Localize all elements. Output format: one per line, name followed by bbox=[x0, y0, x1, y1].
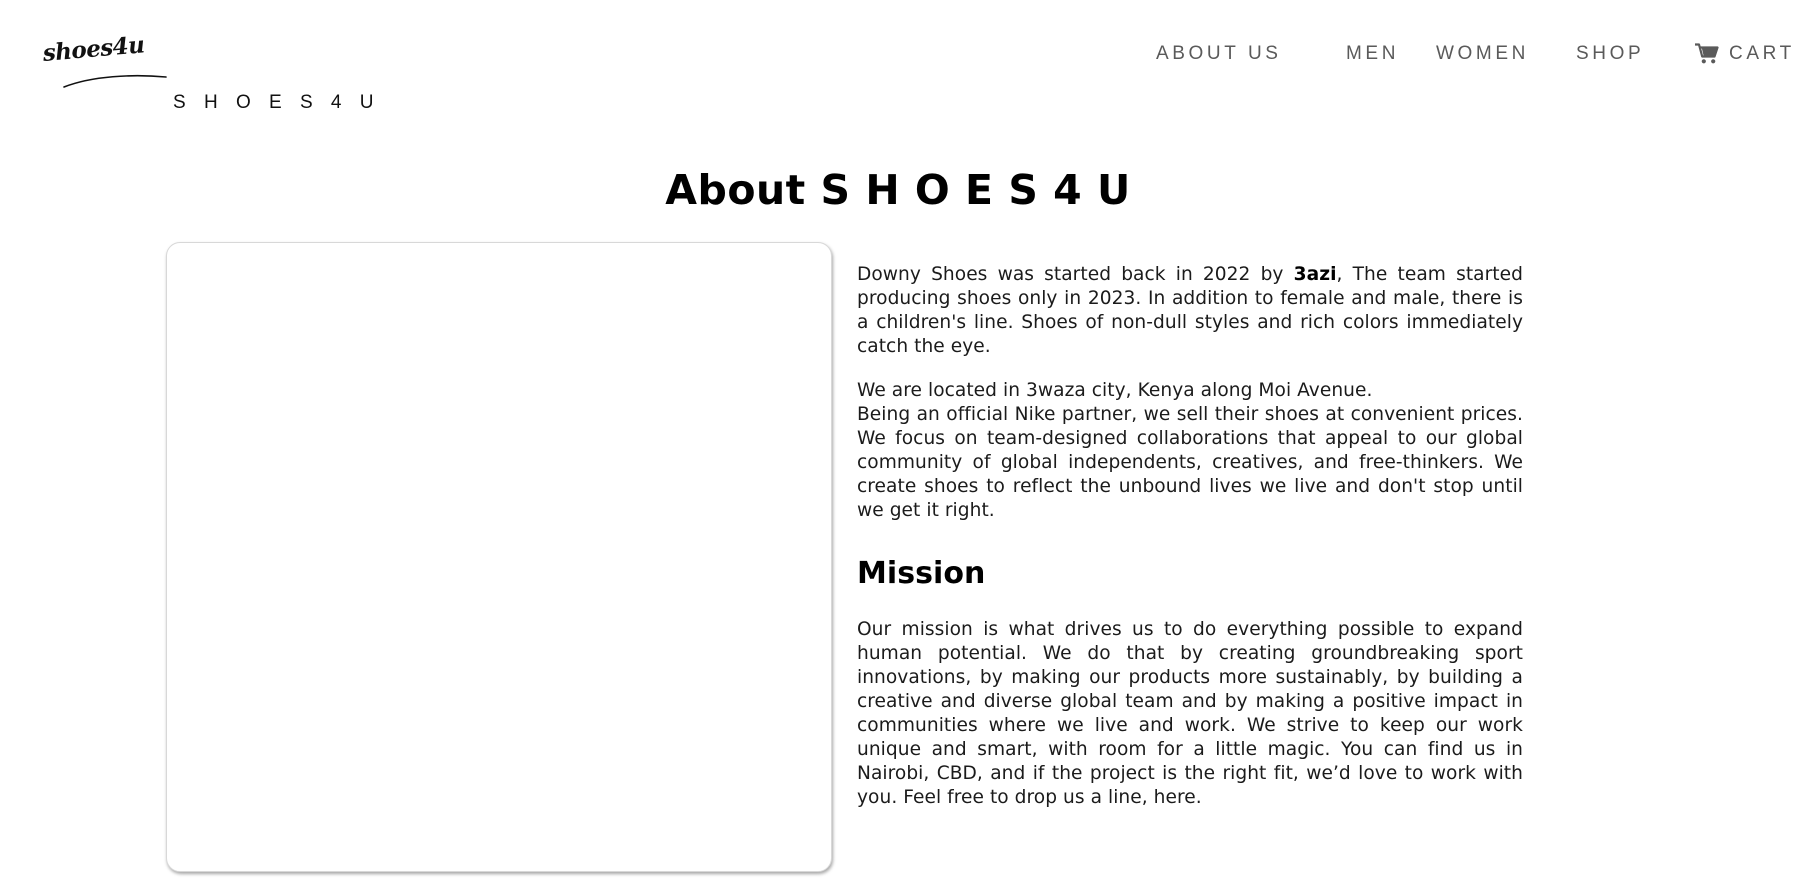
nav-cart[interactable]: CART bbox=[1695, 43, 1795, 65]
about-image-card bbox=[166, 242, 832, 872]
location-text: We are located in 3waza city, Kenya alon… bbox=[857, 380, 1373, 401]
mission-paragraph: Our mission is what drives us to do ever… bbox=[857, 619, 1523, 808]
nav-men[interactable]: MEN bbox=[1346, 43, 1399, 65]
page-title: About S H O E S 4 U bbox=[665, 166, 1131, 214]
intro-paragraph: Downy Shoes was started back in 2022 by … bbox=[857, 263, 1523, 359]
brand-name: S H O E S 4 U bbox=[173, 92, 380, 113]
nav-about-us[interactable]: ABOUT US bbox=[1156, 43, 1282, 65]
cart-label: CART bbox=[1729, 43, 1795, 64]
site-header: shoes4u S H O E S 4 U ABOUT US MEN WOMEN… bbox=[0, 0, 1806, 128]
about-content: Downy Shoes was started back in 2022 by … bbox=[857, 263, 1523, 810]
shopping-cart-icon bbox=[1695, 43, 1719, 64]
partner-paragraph: Being an official Nike partner, we sell … bbox=[857, 404, 1523, 521]
intro-text-1: Downy Shoes was started back in 2022 by bbox=[857, 264, 1294, 285]
logo[interactable]: shoes4u bbox=[42, 31, 167, 92]
logo-swoosh-icon bbox=[63, 74, 167, 88]
nav-women[interactable]: WOMEN bbox=[1436, 43, 1529, 65]
founder-name: 3azi bbox=[1293, 264, 1337, 285]
nav-shop[interactable]: SHOP bbox=[1576, 43, 1644, 65]
mission-heading: Mission bbox=[857, 556, 986, 591]
